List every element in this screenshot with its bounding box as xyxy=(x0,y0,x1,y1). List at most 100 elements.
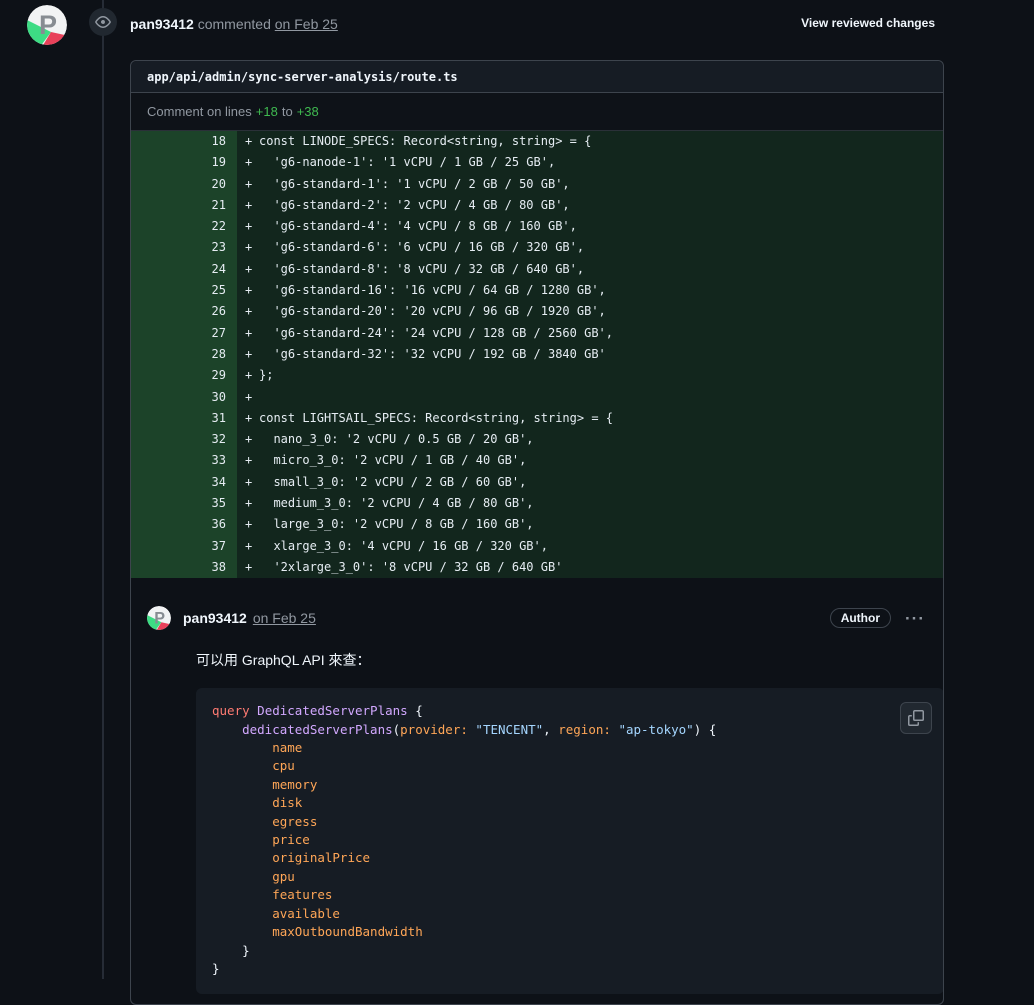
range-to-word: to xyxy=(282,104,293,119)
diff-row: 32+ nano_3_0: '2 vCPU / 0.5 GB / 20 GB', xyxy=(131,429,943,450)
action-text: commented xyxy=(198,16,271,32)
plus-sign: + xyxy=(245,323,259,344)
diff-code-cell: +const LIGHTSAIL_SPECS: Record<string, s… xyxy=(237,408,943,429)
avatar-image: P xyxy=(27,5,67,45)
diff-code-cell: + medium_3_0: '2 vCPU / 4 GB / 80 GB', xyxy=(237,493,943,514)
comment-block: P pan93412 on Feb 25 Author ··· 可以用 Grap… xyxy=(131,578,943,994)
code-line: cpu xyxy=(212,757,928,775)
review-thread-card: app/api/admin/sync-server-analysis/route… xyxy=(130,60,944,1005)
range-prefix: Comment on lines xyxy=(147,104,252,119)
line-number: 23 xyxy=(131,237,237,258)
comment-avatar[interactable]: P xyxy=(147,606,171,630)
diff-code-cell: + xlarge_3_0: '4 vCPU / 16 GB / 320 GB', xyxy=(237,536,943,557)
diff-code-cell: + micro_3_0: '2 vCPU / 1 GB / 40 GB', xyxy=(237,450,943,471)
comment-date-link[interactable]: on Feb 25 xyxy=(253,610,316,626)
line-number: 18 xyxy=(131,131,237,152)
diff-row: 23+ 'g6-standard-6': '6 vCPU / 16 GB / 3… xyxy=(131,237,943,258)
plus-sign: + xyxy=(245,365,259,386)
range-to: +38 xyxy=(297,104,319,119)
svg-text:P: P xyxy=(39,10,57,40)
diff-code-cell: + small_3_0: '2 vCPU / 2 GB / 60 GB', xyxy=(237,472,943,493)
avatar-image: P xyxy=(147,606,171,630)
code-lines: query DedicatedServerPlans { dedicatedSe… xyxy=(212,702,928,978)
username-link[interactable]: pan93412 xyxy=(130,16,194,32)
code-line: egress xyxy=(212,813,928,831)
diff-code-cell: + 'g6-standard-8': '8 vCPU / 32 GB / 640… xyxy=(237,259,943,280)
plus-sign: + xyxy=(245,301,259,322)
diff-row: 27+ 'g6-standard-24': '24 vCPU / 128 GB … xyxy=(131,323,943,344)
line-number: 36 xyxy=(131,514,237,535)
copy-button[interactable] xyxy=(900,702,932,734)
plus-sign: + xyxy=(245,408,259,429)
code-line: originalPrice xyxy=(212,849,928,867)
line-number: 24 xyxy=(131,259,237,280)
line-number: 25 xyxy=(131,280,237,301)
comment-username-link[interactable]: pan93412 xyxy=(183,610,247,626)
line-number: 37 xyxy=(131,536,237,557)
line-number: 27 xyxy=(131,323,237,344)
diff-code-cell: + 'g6-standard-20': '20 vCPU / 96 GB / 1… xyxy=(237,301,943,322)
line-number: 33 xyxy=(131,450,237,471)
code-line: maxOutboundBandwidth xyxy=(212,923,928,941)
diff-row: 25+ 'g6-standard-16': '16 vCPU / 64 GB /… xyxy=(131,280,943,301)
plus-sign: + xyxy=(245,259,259,280)
diff-code-cell: + large_3_0: '2 vCPU / 8 GB / 160 GB', xyxy=(237,514,943,535)
line-number: 29 xyxy=(131,365,237,386)
diff-row: 20+ 'g6-standard-1': '1 vCPU / 2 GB / 50… xyxy=(131,174,943,195)
diff-row: 34+ small_3_0: '2 vCPU / 2 GB / 60 GB', xyxy=(131,472,943,493)
plus-sign: + xyxy=(245,237,259,258)
code-line: } xyxy=(212,960,928,978)
code-line: memory xyxy=(212,776,928,794)
diff-row: 37+ xlarge_3_0: '4 vCPU / 16 GB / 320 GB… xyxy=(131,536,943,557)
plus-sign: + xyxy=(245,344,259,365)
svg-text:P: P xyxy=(154,610,165,628)
plus-sign: + xyxy=(245,472,259,493)
plus-sign: + xyxy=(245,174,259,195)
date-link[interactable]: on Feb 25 xyxy=(275,16,338,32)
plus-sign: + xyxy=(245,536,259,557)
code-line: features xyxy=(212,886,928,904)
line-number: 26 xyxy=(131,301,237,322)
diff-row: 18+const LINODE_SPECS: Record<string, st… xyxy=(131,131,943,152)
diff-row: 26+ 'g6-standard-20': '20 vCPU / 96 GB /… xyxy=(131,301,943,322)
diff-row: 33+ micro_3_0: '2 vCPU / 1 GB / 40 GB', xyxy=(131,450,943,471)
eye-icon xyxy=(95,14,111,30)
timeline-line xyxy=(102,0,104,979)
diff-code-cell: + 'g6-standard-32': '32 vCPU / 192 GB / … xyxy=(237,344,943,365)
range-from: +18 xyxy=(256,104,278,119)
diff-lines: 18+const LINODE_SPECS: Record<string, st… xyxy=(131,131,943,578)
plus-sign: + xyxy=(245,450,259,471)
code-line: query DedicatedServerPlans { xyxy=(212,702,928,720)
line-number: 32 xyxy=(131,429,237,450)
plus-sign: + xyxy=(245,216,259,237)
comment-range-row: Comment on lines +18 to +38 xyxy=(131,93,943,131)
view-reviewed-changes-link[interactable]: View reviewed changes xyxy=(801,16,935,30)
line-number: 31 xyxy=(131,408,237,429)
line-number: 21 xyxy=(131,195,237,216)
diff-code-cell: + 'g6-standard-4': '4 vCPU / 8 GB / 160 … xyxy=(237,216,943,237)
kebab-menu-button[interactable]: ··· xyxy=(905,610,925,627)
plus-sign: + xyxy=(245,152,259,173)
diff-row: 28+ 'g6-standard-32': '32 vCPU / 192 GB … xyxy=(131,344,943,365)
diff-row: 36+ large_3_0: '2 vCPU / 8 GB / 160 GB', xyxy=(131,514,943,535)
line-number: 34 xyxy=(131,472,237,493)
code-line: available xyxy=(212,905,928,923)
file-path-link[interactable]: app/api/admin/sync-server-analysis/route… xyxy=(147,70,458,84)
diff-row: 30+ xyxy=(131,387,943,408)
plus-sign: + xyxy=(245,280,259,301)
code-line: price xyxy=(212,831,928,849)
graphql-code-block: query DedicatedServerPlans { dedicatedSe… xyxy=(196,688,944,994)
diff-row: 29+}; xyxy=(131,365,943,386)
diff-code-cell: + 'g6-standard-1': '1 vCPU / 2 GB / 50 G… xyxy=(237,174,943,195)
plus-sign: + xyxy=(245,514,259,535)
diff-row: 21+ 'g6-standard-2': '2 vCPU / 4 GB / 80… xyxy=(131,195,943,216)
diff-code-cell: + 'g6-standard-16': '16 vCPU / 64 GB / 1… xyxy=(237,280,943,301)
plus-sign: + xyxy=(245,493,259,514)
plus-sign: + xyxy=(245,557,259,578)
diff-row: 22+ 'g6-standard-4': '4 vCPU / 8 GB / 16… xyxy=(131,216,943,237)
diff-code-cell: +}; xyxy=(237,365,943,386)
code-line: dedicatedServerPlans(provider: "TENCENT"… xyxy=(212,721,928,739)
avatar[interactable]: P xyxy=(27,5,67,45)
diff-code-cell: + 'g6-standard-2': '2 vCPU / 4 GB / 80 G… xyxy=(237,195,943,216)
diff-code-cell: + 'g6-standard-6': '6 vCPU / 16 GB / 320… xyxy=(237,237,943,258)
